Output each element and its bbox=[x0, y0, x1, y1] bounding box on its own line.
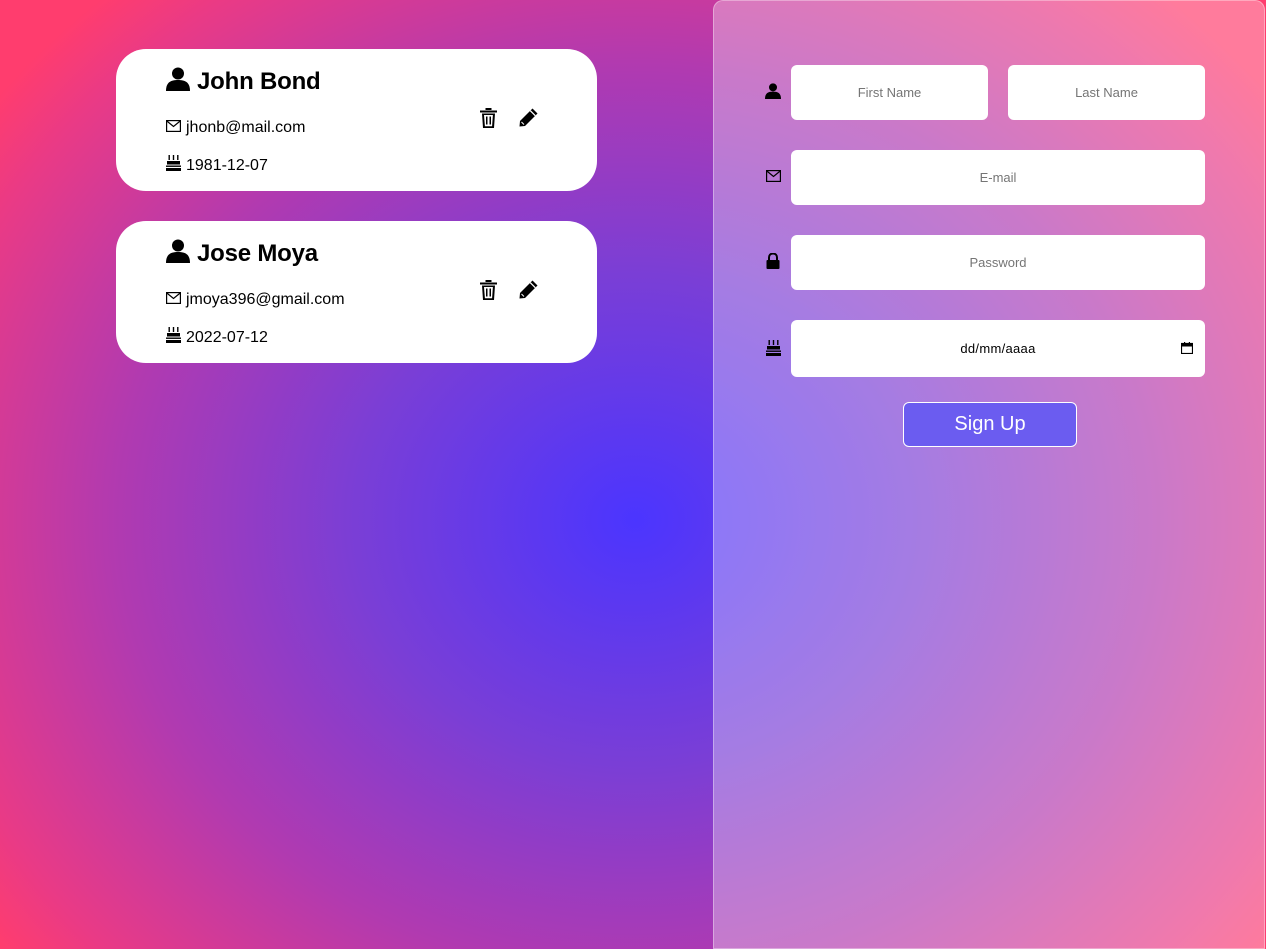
trash-icon[interactable] bbox=[478, 279, 499, 300]
user-email: jmoya396@gmail.com bbox=[186, 291, 345, 308]
cake-icon bbox=[166, 155, 181, 176]
user-name-row: Jose Moya bbox=[166, 239, 318, 268]
birthdate-input[interactable]: dd/mm/aaaa bbox=[791, 320, 1205, 377]
trash-icon[interactable] bbox=[478, 107, 499, 128]
pencil-icon[interactable] bbox=[518, 107, 539, 128]
envelope-icon bbox=[166, 119, 182, 137]
email-input[interactable] bbox=[791, 150, 1205, 205]
user-actions bbox=[478, 107, 539, 128]
user-email-row: jhonb@mail.com bbox=[166, 119, 305, 137]
user-birthdate-row: 1981-12-07 bbox=[166, 155, 268, 176]
user-card: Jose Moya jmoya396@gmail.com 2022-07-12 bbox=[116, 221, 597, 363]
user-email: jhonb@mail.com bbox=[186, 119, 306, 136]
sign-up-button[interactable]: Sign Up bbox=[903, 402, 1077, 447]
password-input[interactable] bbox=[791, 235, 1205, 290]
user-birthdate: 2022-07-12 bbox=[186, 328, 268, 346]
user-icon bbox=[166, 239, 190, 268]
user-birthdate-row: 2022-07-12 bbox=[166, 327, 268, 348]
envelope-icon bbox=[166, 291, 182, 309]
user-icon bbox=[166, 67, 190, 96]
user-birthdate: 1981-12-07 bbox=[186, 156, 268, 174]
user-name: Jose Moya bbox=[197, 239, 318, 267]
user-name-row: John Bond bbox=[166, 67, 321, 96]
last-name-input[interactable] bbox=[1008, 65, 1205, 120]
envelope-icon bbox=[764, 167, 782, 185]
user-card: John Bond jhonb@mail.com 1981-12-07 bbox=[116, 49, 597, 191]
first-name-input[interactable] bbox=[791, 65, 988, 120]
cake-icon bbox=[166, 327, 181, 348]
user-actions bbox=[478, 279, 539, 300]
user-email-row: jmoya396@gmail.com bbox=[166, 291, 345, 309]
user-name: John Bond bbox=[197, 67, 321, 95]
cake-icon bbox=[764, 339, 782, 357]
lock-icon bbox=[764, 252, 782, 270]
calendar-icon[interactable] bbox=[1180, 341, 1194, 355]
birthdate-placeholder: dd/mm/aaaa bbox=[960, 341, 1036, 356]
pencil-icon[interactable] bbox=[518, 279, 539, 300]
signup-form-panel: dd/mm/aaaa Sign Up bbox=[713, 0, 1265, 949]
user-icon bbox=[764, 82, 782, 100]
